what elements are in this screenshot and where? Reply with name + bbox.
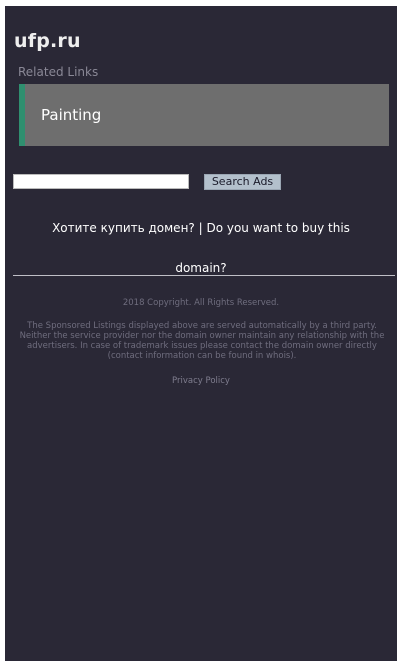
related-links-label: Related Links bbox=[18, 65, 99, 79]
related-link-painting[interactable]: Painting bbox=[19, 84, 389, 146]
copyright-text: 2018 Copyright. All Rights Reserved. bbox=[122, 298, 280, 308]
privacy-policy-link[interactable]: Privacy Policy bbox=[5, 376, 397, 386]
page-container: ufp.ru Related Links Painting Search Ads… bbox=[5, 6, 397, 661]
divider bbox=[13, 275, 395, 276]
disclaimer-text: The Sponsored Listings displayed above a… bbox=[19, 321, 385, 361]
search-input[interactable] bbox=[13, 174, 189, 189]
related-link-label: Painting bbox=[41, 106, 102, 124]
buy-domain-text-continued[interactable]: domain? bbox=[5, 261, 397, 275]
site-title: ufp.ru bbox=[14, 30, 81, 52]
search-ads-button[interactable]: Search Ads bbox=[204, 174, 281, 190]
buy-domain-text[interactable]: Хотите купить домен? | Do you want to bu… bbox=[5, 221, 397, 235]
